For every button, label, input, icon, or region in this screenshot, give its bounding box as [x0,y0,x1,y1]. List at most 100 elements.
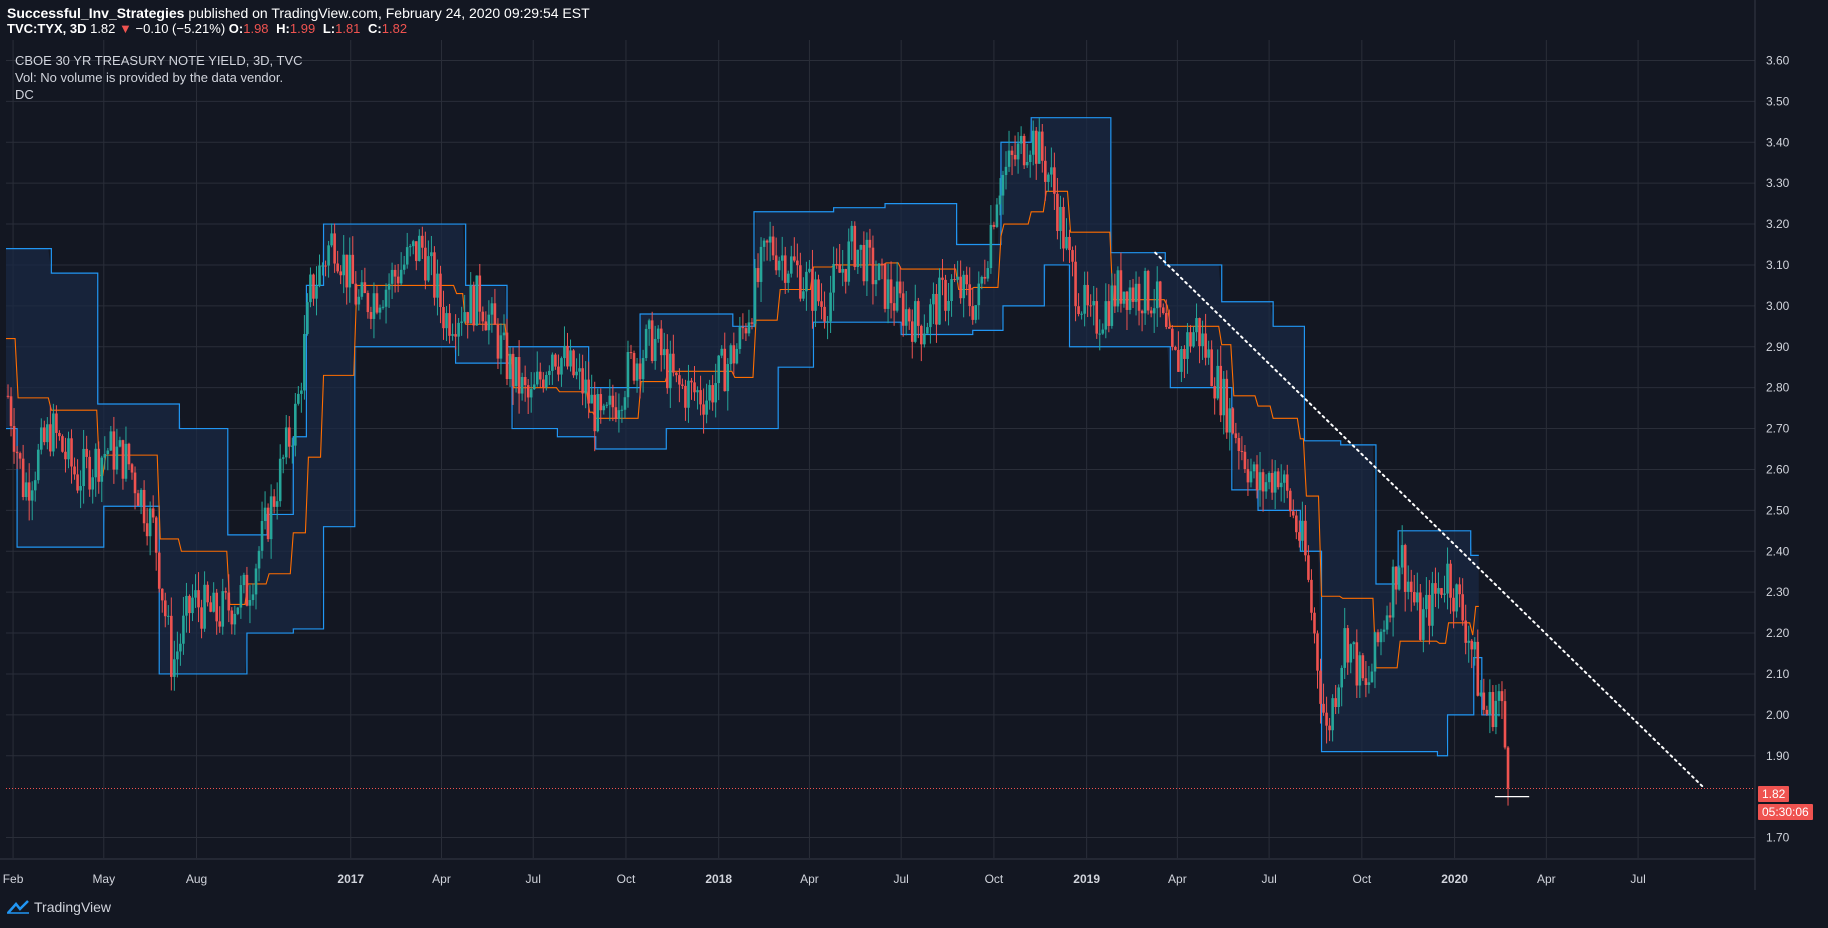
candle-body [817,279,820,302]
x-tick-label: Apr [800,872,819,886]
candle-body [705,400,708,415]
x-tick-label: May [92,872,115,886]
candle-body [551,354,554,371]
candle-body [1279,482,1283,488]
candle-body [823,306,826,322]
candle-body [980,276,984,284]
candle-body [1443,593,1446,595]
candle-body [46,424,49,443]
candle-body [508,353,512,380]
candle-body [1125,291,1129,310]
candle-body [1285,474,1289,491]
candle-body [1219,365,1223,416]
candle-body [1403,545,1407,592]
candle-body [466,312,469,324]
candle-body [1376,632,1380,643]
candle-body [145,523,149,537]
candle-body [1434,583,1437,594]
candle-body [735,348,739,364]
candle-body [1025,162,1029,166]
candle-body [665,349,669,389]
candle-body [690,380,693,383]
tradingview-logo[interactable]: TradingView [6,899,111,915]
candle-body [832,264,835,293]
candle-body [1155,281,1159,309]
candle-body [1449,563,1452,598]
symbol-label[interactable]: TVC:TYX, 3D [7,21,86,36]
candle-body [61,436,64,452]
series-title[interactable]: CBOE 30 YR TREASURY NOTE YIELD, 3D, TVC [15,52,303,69]
candle-body [1382,629,1386,632]
candle-body [877,263,881,281]
candle-body [696,390,699,393]
candle-body [1497,691,1501,701]
candle-body [502,332,506,336]
candle-body [774,255,778,271]
candle-body [212,592,215,612]
candle-body [992,224,996,227]
candle-body [1001,175,1005,196]
candle-body [868,239,872,248]
close-label: C: [368,21,382,36]
candle-body [814,279,817,311]
candle-body [1337,687,1340,708]
candle-body [841,268,844,273]
candle-body [1488,692,1492,715]
candle-body [1316,633,1319,671]
candle-body [862,245,866,282]
candle-body [218,621,222,627]
price-chart[interactable]: 3.60 3.50 3.40 3.30 3.20 3.10 3.00 2.90 2.80 2.70… [0,0,1828,928]
y-tick-label: 1.70 [1766,831,1790,845]
candle-body [796,260,799,266]
candle-body [1122,291,1126,304]
indicator-label[interactable]: DC [15,86,303,103]
candle-body [1370,671,1374,683]
candle-body [76,474,79,491]
candle-body [499,335,503,359]
candle-body [1119,270,1123,304]
candle-body [511,353,515,387]
price-axis: 3.60 3.50 3.40 3.30 3.20 3.10 3.00 2.90 2.80 2.70… [1754,0,1790,890]
candle-body [526,385,530,398]
y-tick-label: 2.90 [1766,340,1790,354]
candle-body [1298,532,1301,541]
candle-body [880,263,884,265]
candle-body [968,284,972,307]
candle-body [953,279,956,281]
author-name[interactable]: Successful_Inv_Strategies [7,5,184,21]
candle-body [176,651,179,660]
candle-body [112,431,116,470]
y-tick-label: 2.70 [1766,422,1790,436]
y-tick-label: 2.30 [1766,585,1790,599]
candle-body [297,393,300,404]
candle-body [1116,270,1120,307]
candle-body [1234,433,1238,439]
candle-body [375,293,379,313]
candle-body [484,321,488,331]
candle-body [1394,566,1398,590]
candle-body [1452,597,1455,612]
candle-body [43,427,46,443]
candle-body [1258,472,1262,491]
candle-body [1065,236,1068,249]
candle-body [638,363,642,380]
candle-body [1506,747,1510,789]
candle-body [336,263,339,272]
candle-body [917,301,920,326]
candle-body [898,281,902,294]
candle-body [632,353,636,381]
candle-body [838,264,841,273]
candle-body [1482,692,1486,710]
candle-body [1192,332,1195,347]
x-tick-label: Aug [186,872,207,886]
candle-body [118,440,122,447]
candle-body [1292,511,1295,516]
candle-body [935,293,938,325]
candle-body [895,281,899,311]
candle-body [170,615,173,677]
candle-body [1346,628,1350,663]
candle-body [599,394,603,411]
candle-body [79,486,82,491]
candle-body [278,458,282,502]
candle-body [974,305,978,320]
